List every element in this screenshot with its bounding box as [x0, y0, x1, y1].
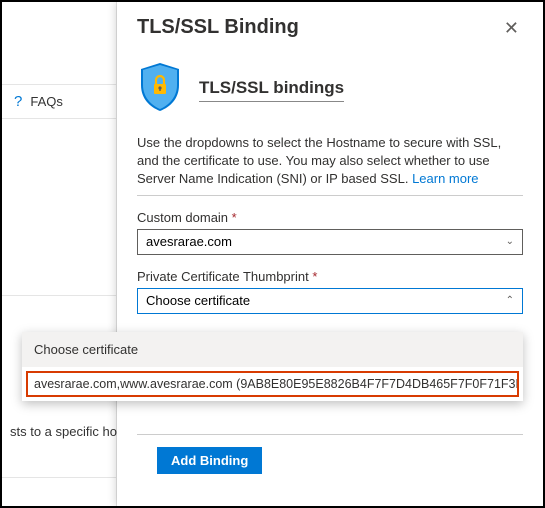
- question-icon: ?: [14, 93, 22, 110]
- required-marker: *: [232, 210, 237, 225]
- chevron-up-icon: ⌃: [506, 295, 514, 306]
- faqs-label: FAQs: [30, 94, 63, 109]
- custom-domain-label: Custom domain *: [137, 210, 523, 225]
- divider: [2, 295, 116, 296]
- divider: [2, 477, 116, 478]
- certificate-option[interactable]: avesrarae.com,www.avesrarae.com (9AB8E80…: [26, 371, 519, 397]
- thumbprint-select[interactable]: Choose certificate ⌃: [137, 288, 523, 314]
- partial-text: sts to a specific ho: [2, 416, 116, 447]
- learn-more-link[interactable]: Learn more: [412, 171, 478, 186]
- thumbprint-label: Private Certificate Thumbprint *: [137, 269, 523, 284]
- chevron-down-icon: ⌄: [506, 236, 514, 247]
- left-sidebar: ? FAQs sts to a specific ho: [2, 2, 117, 506]
- required-marker: *: [312, 269, 317, 284]
- certificate-dropdown: Choose certificate avesrarae.com,www.ave…: [22, 332, 523, 401]
- panel-title: TLS/SSL Binding: [137, 16, 299, 39]
- close-icon[interactable]: ✕: [500, 16, 523, 41]
- dropdown-placeholder[interactable]: Choose certificate: [22, 332, 523, 367]
- thumbprint-placeholder: Choose certificate: [146, 293, 250, 308]
- panel-footer: Add Binding: [137, 434, 523, 486]
- description-text: Use the dropdowns to select the Hostname…: [137, 134, 523, 196]
- tls-ssl-binding-panel: TLS/SSL Binding ✕ TLS/SSL bindings Use t…: [117, 2, 543, 506]
- faqs-link[interactable]: ? FAQs: [2, 84, 116, 119]
- custom-domain-value: avesrarae.com: [146, 234, 232, 249]
- custom-domain-select[interactable]: avesrarae.com ⌄: [137, 229, 523, 255]
- shield-lock-icon: [137, 61, 183, 118]
- add-binding-button[interactable]: Add Binding: [157, 447, 262, 474]
- section-title: TLS/SSL bindings: [199, 78, 344, 102]
